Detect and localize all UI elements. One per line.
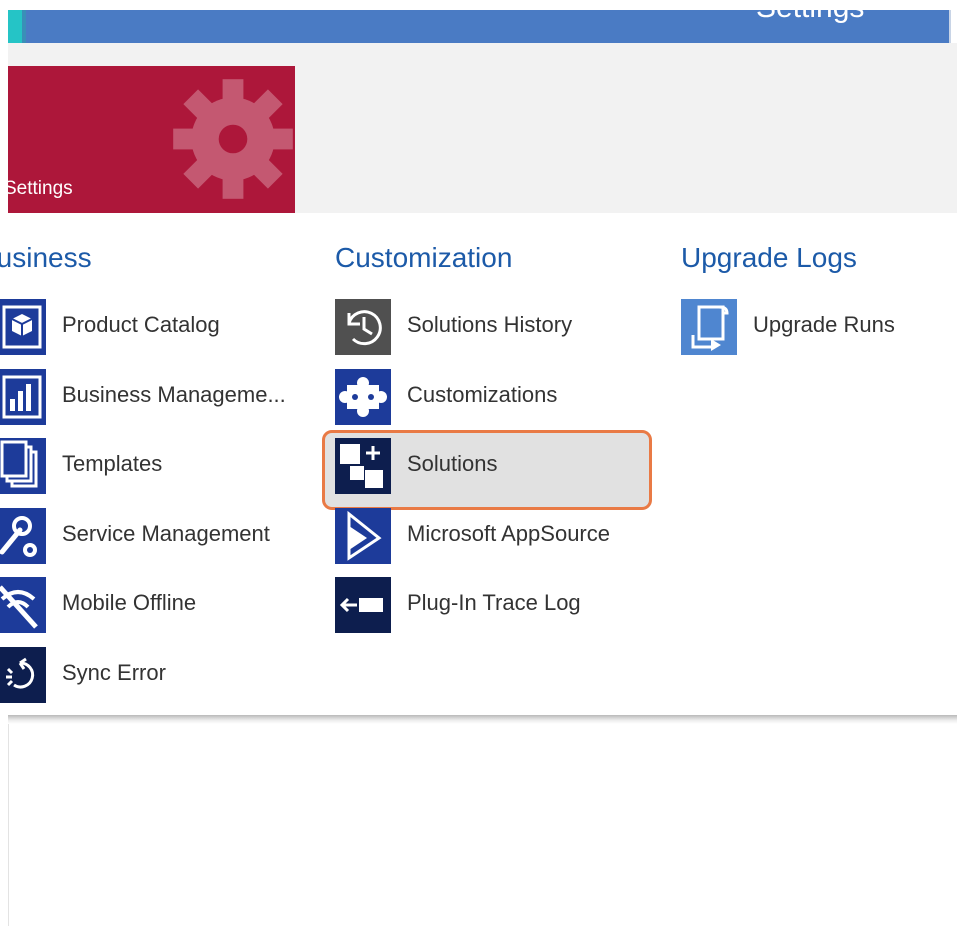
menu-item-label: Service Management — [62, 521, 270, 546]
menu-item-microsoft-appsource[interactable]: Microsoft AppSource — [335, 507, 645, 565]
upgrade-runs-icon — [681, 299, 737, 355]
menu-item-mobile-offline[interactable]: Mobile Offline — [0, 576, 300, 634]
heading-upgrade-logs: Upgrade Logs — [681, 242, 857, 273]
templates-icon — [0, 438, 46, 494]
menu-item-label: Microsoft AppSource — [407, 521, 610, 546]
service-management-icon — [0, 508, 46, 564]
menu-item-label: Solutions History — [407, 312, 573, 337]
menu-item-solutions[interactable]: Solutions — [335, 437, 635, 495]
menu-item-upgrade-runs[interactable]: Upgrade Runs — [681, 298, 941, 356]
top-nav-bar: Settings — [8, 10, 949, 43]
dynamics-icon — [335, 508, 391, 564]
menu-item-solutions-history[interactable]: Solutions History — [335, 298, 635, 356]
menu-item-business-management[interactable]: Business Manageme... — [0, 368, 300, 426]
mobile-offline-icon — [0, 577, 46, 633]
menu-item-sync-error[interactable]: Sync Error — [0, 646, 300, 704]
menu-item-label: Mobile Offline — [62, 590, 197, 615]
menu-item-label: Product Catalog — [62, 312, 220, 337]
menu-item-label: Sync Error — [62, 660, 166, 685]
menu-item-plug-in-trace-log[interactable]: Plug-In Trace Log — [335, 576, 635, 634]
heading-business: Business — [0, 242, 92, 273]
nav-divider — [949, 10, 951, 43]
menu-item-service-management[interactable]: Service Management — [0, 507, 300, 565]
solutions-icon — [335, 438, 391, 494]
menu-item-label: Customizations — [407, 382, 558, 407]
menu-item-label: Solutions — [407, 451, 498, 476]
menu-item-product-catalog[interactable]: Product Catalog — [0, 298, 300, 356]
business-management-icon — [0, 369, 46, 425]
trace-log-icon — [335, 577, 391, 633]
settings-tile-label: Settings — [8, 178, 73, 199]
gear-icon — [173, 79, 293, 199]
app-accent-edge — [8, 10, 26, 43]
page-title: Settings — [756, 10, 864, 25]
menu-item-label: Business Manageme... — [62, 382, 286, 407]
menu-item-templates[interactable]: Templates — [0, 437, 300, 495]
menu-item-label: Templates — [62, 451, 163, 476]
history-icon — [335, 299, 391, 355]
product-catalog-icon — [0, 299, 46, 355]
menu-item-customizations[interactable]: Customizations — [335, 368, 635, 426]
panel-shadow — [8, 715, 957, 724]
page-border — [8, 724, 9, 926]
menu-item-label: Upgrade Runs — [753, 312, 895, 337]
settings-tile[interactable]: Settings — [8, 66, 295, 213]
puzzle-icon — [335, 369, 391, 425]
heading-customization: Customization — [335, 242, 513, 273]
sync-error-icon — [0, 647, 46, 703]
menu-item-label: Plug-In Trace Log — [407, 590, 581, 615]
